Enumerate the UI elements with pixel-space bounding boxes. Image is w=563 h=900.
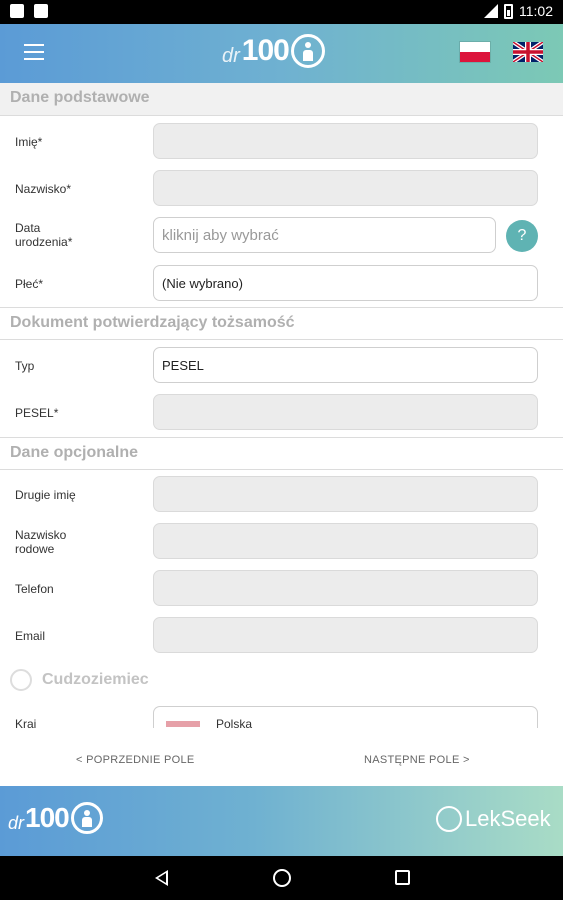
patient-form: Dane podstawowe Imię* Nazwisko* Data uro…: [0, 83, 563, 728]
phone-field[interactable]: [153, 570, 538, 606]
doc-type-value: PESEL: [162, 358, 204, 373]
birth-date-label-line1: Data: [15, 221, 41, 235]
status-right: 11:02: [484, 3, 553, 19]
maiden-name-field[interactable]: [153, 523, 538, 559]
logo-prefix: dr: [222, 45, 240, 67]
polish-flag-icon: [166, 721, 200, 727]
country-label: Kraj: [15, 717, 37, 728]
phone-label: Telefon: [15, 582, 54, 596]
maiden-name-label-line2: rodowe: [15, 542, 55, 556]
birth-date-label: Data urodzenia*: [15, 221, 72, 249]
home-icon[interactable]: [273, 869, 291, 887]
dr100-footer-logo: dr 100: [8, 802, 103, 834]
android-icon: [34, 4, 48, 18]
clock: 11:02: [519, 3, 553, 19]
birth-date-field[interactable]: kliknij aby wybrać: [153, 217, 496, 253]
birth-date-placeholder: kliknij aby wybrać: [162, 227, 279, 244]
email-label: Email: [15, 629, 46, 643]
footer-logo-prefix: dr: [8, 813, 25, 833]
middle-name-label: Drugie imię: [15, 488, 76, 502]
person-icon: [290, 34, 325, 68]
last-name-label: Nazwisko*: [15, 182, 72, 196]
lekseek-logo: LekSeek: [436, 806, 551, 832]
section-title: Dane podstawowe: [10, 89, 150, 106]
lekseek-name: LekSeek: [465, 806, 551, 831]
country-value: Polska: [216, 717, 253, 728]
previous-field-button[interactable]: < POPRZEDNIE POLE: [76, 754, 195, 766]
gender-select[interactable]: (Nie wybrano): [153, 265, 538, 301]
notification-icon: [10, 4, 24, 18]
last-name-field[interactable]: [153, 170, 538, 206]
maiden-name-label-line1: Nazwisko: [15, 528, 67, 542]
signal-icon: [484, 4, 498, 18]
android-nav-bar: [0, 856, 563, 900]
footer-banner: dr 100 LekSeek: [0, 786, 563, 856]
email-field[interactable]: [153, 617, 538, 653]
maiden-name-label: Nazwisko rodowe: [15, 528, 66, 556]
gender-label: Płeć*: [15, 277, 44, 291]
middle-name-field[interactable]: [153, 476, 538, 512]
uk-flag-icon[interactable]: [513, 42, 543, 62]
person-icon: [70, 802, 103, 834]
menu-icon[interactable]: [24, 44, 44, 60]
notification-icons: [10, 4, 48, 18]
back-icon[interactable]: [155, 870, 168, 886]
pesel-label: PESEL*: [15, 406, 59, 420]
first-name-label: Imię*: [15, 135, 43, 149]
field-navigation: < POPRZEDNIE POLE NASTĘPNE POLE >: [0, 728, 563, 786]
doc-type-select[interactable]: PESEL: [153, 347, 538, 383]
section-title: Dane opcjonalne: [10, 444, 139, 461]
birth-date-label-line2: urodzenia*: [15, 235, 73, 249]
foreigner-label: Cudzoziemiec: [42, 671, 149, 688]
status-bar: 11:02: [0, 0, 563, 24]
battery-icon: [504, 3, 513, 19]
pesel-field[interactable]: [153, 394, 538, 430]
recent-apps-icon[interactable]: [395, 870, 410, 885]
foreigner-radio[interactable]: [10, 669, 32, 691]
dr100-logo: dr 100: [222, 34, 325, 68]
polish-flag-icon[interactable]: [460, 42, 490, 62]
country-select[interactable]: Polska: [153, 706, 538, 728]
logo-number: 100: [241, 34, 290, 67]
footer-logo-number: 100: [25, 802, 70, 833]
section-optional: Dane opcjonalne: [0, 437, 563, 470]
next-field-button[interactable]: NASTĘPNE POLE >: [364, 754, 470, 766]
section-basic: Dane podstawowe: [0, 83, 563, 116]
section-title: Dokument potwierdzający tożsamość: [10, 314, 295, 331]
section-identity: Dokument potwierdzający tożsamość: [0, 307, 563, 340]
app-header: dr 100: [0, 24, 563, 83]
help-button[interactable]: ?: [506, 220, 538, 252]
lekseek-mark-icon: [436, 806, 462, 832]
doc-type-label: Typ: [15, 359, 35, 373]
gender-value: (Nie wybrano): [162, 276, 243, 291]
first-name-field[interactable]: [153, 123, 538, 159]
